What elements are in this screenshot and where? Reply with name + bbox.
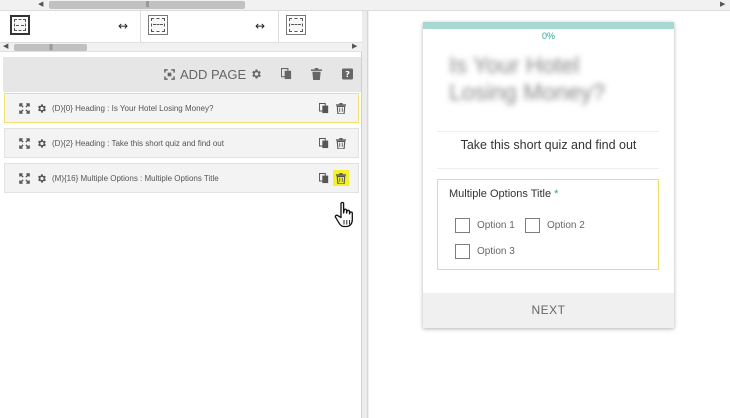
builder-pane: ↔ ↔ ◀ ||| ▶ ADD PAGE ? (D){0} Heading: … xyxy=(0,11,362,418)
form-heading: Is Your Hotel Losing Money? xyxy=(449,52,605,105)
progress-text: 0% xyxy=(541,31,555,41)
scroll-left-arrow-icon[interactable]: ◀ xyxy=(38,1,43,9)
trash-icon xyxy=(311,68,322,80)
question-title: Multiple Options Title * xyxy=(449,188,558,200)
question-title-text: Multiple Options Title xyxy=(449,188,552,200)
expand-icon[interactable] xyxy=(19,103,30,114)
scroll-right-arrow-icon[interactable]: ▶ xyxy=(352,43,357,51)
copy-icon xyxy=(319,172,329,183)
progress-bar xyxy=(423,22,674,29)
delete-field-button[interactable] xyxy=(333,170,349,186)
option-label: Option 3 xyxy=(477,245,515,257)
copy-icon xyxy=(281,68,292,80)
scroll-right-arrow-icon[interactable]: ▶ xyxy=(720,1,725,9)
layout-template-icon[interactable] xyxy=(148,15,168,35)
grip-icon: ||| xyxy=(145,1,149,8)
preview-pane: 0% Is Your Hotel Losing Money? Take this… xyxy=(369,11,730,418)
checkbox[interactable] xyxy=(455,243,470,259)
option-label: Option 2 xyxy=(547,219,585,231)
top-horizontal-scrollbar[interactable]: ◀ ||| ▶ xyxy=(0,0,730,11)
form-subheading: Take this short quiz and find out xyxy=(460,138,637,152)
delete-page-button[interactable] xyxy=(311,67,322,81)
gear-icon[interactable] xyxy=(36,103,47,114)
field-label: (D){2} Heading : Take this short quiz an… xyxy=(52,139,224,148)
help-icon: ? xyxy=(342,68,353,80)
expand-icon[interactable] xyxy=(19,173,30,184)
layout-template-icon[interactable] xyxy=(10,15,30,35)
option-label: Option 1 xyxy=(477,219,515,231)
resize-horizontal-icon[interactable]: ↔ xyxy=(255,19,265,33)
field-label: (M){16} Multiple Options : Multiple Opti… xyxy=(52,174,219,183)
copy-field-button[interactable] xyxy=(316,135,332,151)
svg-text:?: ? xyxy=(345,69,350,79)
next-button[interactable]: NEXT xyxy=(423,293,674,328)
help-button[interactable]: ? xyxy=(342,67,353,81)
copy-field-button[interactable] xyxy=(316,100,332,116)
copy-icon xyxy=(319,102,329,113)
checkbox[interactable] xyxy=(525,217,540,233)
add-page-label: ADD PAGE xyxy=(180,66,247,82)
copy-icon xyxy=(319,137,329,148)
field-row-heading-0[interactable]: (D){0} Heading : Is Your Hotel Losing Mo… xyxy=(4,93,359,123)
gear-icon xyxy=(252,69,261,79)
grip-icon: ||| xyxy=(48,43,53,51)
pane-splitter[interactable] xyxy=(362,11,368,418)
checkbox[interactable] xyxy=(455,217,470,233)
page-settings-button[interactable] xyxy=(250,67,262,81)
trash-icon xyxy=(336,172,346,184)
trash-icon xyxy=(336,102,346,114)
scroll-left-arrow-icon[interactable]: ◀ xyxy=(3,43,8,51)
option-1[interactable]: Option 1 xyxy=(455,217,515,233)
option-3[interactable]: Option 3 xyxy=(455,243,515,259)
required-mark: * xyxy=(554,188,559,200)
next-bar: NEXT xyxy=(423,293,674,328)
trash-icon xyxy=(336,137,346,149)
layout-scroll-thumb[interactable]: ||| xyxy=(14,44,87,51)
gear-icon[interactable] xyxy=(36,173,47,184)
expand-icon[interactable] xyxy=(19,138,30,149)
resize-horizontal-icon[interactable]: ↔ xyxy=(118,19,128,33)
layout-template-icon[interactable] xyxy=(286,15,306,35)
add-page-button[interactable]: ADD PAGE xyxy=(164,66,247,82)
copy-field-button[interactable] xyxy=(316,170,332,186)
layout-strip: ↔ ↔ xyxy=(0,11,362,42)
copy-page-button[interactable] xyxy=(281,67,292,81)
delete-field-button[interactable] xyxy=(333,135,349,151)
expand-icon xyxy=(164,68,175,80)
field-label: (D){0} Heading : Is Your Hotel Losing Mo… xyxy=(52,104,214,113)
multiple-options-question[interactable]: Multiple Options Title * Option 1 Option… xyxy=(437,179,659,270)
gear-icon[interactable] xyxy=(36,138,47,149)
divider xyxy=(437,168,659,169)
form-preview-card: 0% Is Your Hotel Losing Money? Take this… xyxy=(423,22,674,328)
field-row-multiple-options-16[interactable]: (M){16} Multiple Options : Multiple Opti… xyxy=(4,163,359,193)
layout-horizontal-scrollbar[interactable]: ◀ ||| ▶ xyxy=(0,42,362,52)
option-2[interactable]: Option 2 xyxy=(525,217,585,233)
divider xyxy=(437,131,659,132)
delete-field-button[interactable] xyxy=(333,100,349,116)
hand-pointer-icon xyxy=(334,201,353,228)
top-scroll-thumb[interactable]: ||| xyxy=(49,1,245,9)
page-toolbar: ADD PAGE ? xyxy=(3,57,361,92)
field-row-heading-2[interactable]: (D){2} Heading : Take this short quiz an… xyxy=(4,128,359,158)
